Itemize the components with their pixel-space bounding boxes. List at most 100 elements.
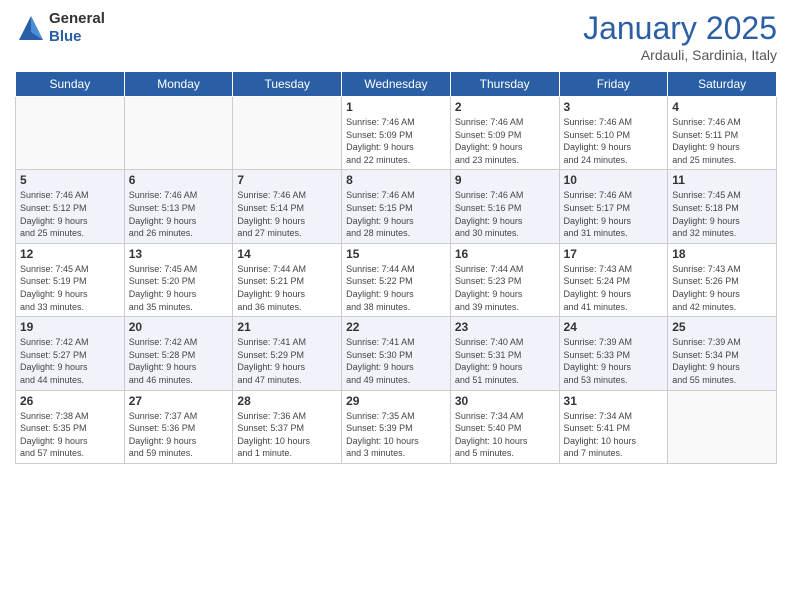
day-number: 17 [564, 247, 664, 261]
table-row: 17 Sunrise: 7:43 AM Sunset: 5:24 PM Dayli… [559, 243, 668, 316]
header-tuesday: Tuesday [233, 72, 342, 97]
header-wednesday: Wednesday [342, 72, 451, 97]
location-subtitle: Ardauli, Sardinia, Italy [583, 47, 777, 63]
day-detail: Sunrise: 7:39 AM Sunset: 5:33 PM Dayligh… [564, 336, 664, 386]
logo: General Blue [15, 10, 105, 46]
day-detail: Sunrise: 7:46 AM Sunset: 5:15 PM Dayligh… [346, 189, 446, 239]
day-number: 18 [672, 247, 772, 261]
day-number: 13 [129, 247, 229, 261]
day-number: 21 [237, 320, 337, 334]
day-number: 7 [237, 173, 337, 187]
day-number: 2 [455, 100, 555, 114]
day-detail: Sunrise: 7:45 AM Sunset: 5:19 PM Dayligh… [20, 263, 120, 313]
day-detail: Sunrise: 7:46 AM Sunset: 5:10 PM Dayligh… [564, 116, 664, 166]
table-row: 2 Sunrise: 7:46 AM Sunset: 5:09 PM Daylig… [450, 97, 559, 170]
day-detail: Sunrise: 7:40 AM Sunset: 5:31 PM Dayligh… [455, 336, 555, 386]
calendar-week-row: 12 Sunrise: 7:45 AM Sunset: 5:19 PM Dayli… [16, 243, 777, 316]
header-friday: Friday [559, 72, 668, 97]
day-detail: Sunrise: 7:45 AM Sunset: 5:20 PM Dayligh… [129, 263, 229, 313]
table-row: 9 Sunrise: 7:46 AM Sunset: 5:16 PM Daylig… [450, 170, 559, 243]
day-detail: Sunrise: 7:44 AM Sunset: 5:23 PM Dayligh… [455, 263, 555, 313]
day-detail: Sunrise: 7:46 AM Sunset: 5:11 PM Dayligh… [672, 116, 772, 166]
logo-blue: Blue [49, 28, 105, 46]
table-row: 1Sunrise: 7:46 AM Sunset: 5:09 PM Daylig… [342, 97, 451, 170]
table-row: 12 Sunrise: 7:45 AM Sunset: 5:19 PM Dayli… [16, 243, 125, 316]
day-number: 10 [564, 173, 664, 187]
calendar-week-row: 19 Sunrise: 7:42 AM Sunset: 5:27 PM Dayli… [16, 317, 777, 390]
day-detail: Sunrise: 7:46 AM Sunset: 5:17 PM Dayligh… [564, 189, 664, 239]
day-number: 5 [20, 173, 120, 187]
day-number: 14 [237, 247, 337, 261]
table-row [124, 97, 233, 170]
table-row: 11 Sunrise: 7:45 AM Sunset: 5:18 PM Dayli… [668, 170, 777, 243]
day-detail: Sunrise: 7:46 AM Sunset: 5:12 PM Dayligh… [20, 189, 120, 239]
day-number: 3 [564, 100, 664, 114]
day-detail: Sunrise: 7:36 AM Sunset: 5:37 PM Dayligh… [237, 410, 337, 460]
table-row: 10 Sunrise: 7:46 AM Sunset: 5:17 PM Dayli… [559, 170, 668, 243]
header-saturday: Saturday [668, 72, 777, 97]
day-number: 28 [237, 394, 337, 408]
day-number: 22 [346, 320, 446, 334]
table-row: 26Sunrise: 7:38 AM Sunset: 5:35 PM Dayli… [16, 390, 125, 463]
day-detail: Sunrise: 7:44 AM Sunset: 5:22 PM Dayligh… [346, 263, 446, 313]
day-detail: Sunrise: 7:41 AM Sunset: 5:30 PM Dayligh… [346, 336, 446, 386]
table-row: 13 Sunrise: 7:45 AM Sunset: 5:20 PM Dayli… [124, 243, 233, 316]
page-header: General Blue January 2025 Ardauli, Sardi… [15, 10, 777, 63]
calendar-table: Sunday Monday Tuesday Wednesday Thursday… [15, 71, 777, 464]
day-detail: Sunrise: 7:34 AM Sunset: 5:40 PM Dayligh… [455, 410, 555, 460]
header-thursday: Thursday [450, 72, 559, 97]
day-number: 20 [129, 320, 229, 334]
table-row: 21 Sunrise: 7:41 AM Sunset: 5:29 PM Dayli… [233, 317, 342, 390]
table-row: 29Sunrise: 7:35 AM Sunset: 5:39 PM Dayli… [342, 390, 451, 463]
day-number: 30 [455, 394, 555, 408]
day-detail: Sunrise: 7:45 AM Sunset: 5:18 PM Dayligh… [672, 189, 772, 239]
calendar-week-row: 26Sunrise: 7:38 AM Sunset: 5:35 PM Dayli… [16, 390, 777, 463]
table-row: 24Sunrise: 7:39 AM Sunset: 5:33 PM Dayli… [559, 317, 668, 390]
table-row: 14 Sunrise: 7:44 AM Sunset: 5:21 PM Dayli… [233, 243, 342, 316]
day-number: 23 [455, 320, 555, 334]
table-row: 3 Sunrise: 7:46 AM Sunset: 5:10 PM Daylig… [559, 97, 668, 170]
table-row: 4 Sunrise: 7:46 AM Sunset: 5:11 PM Daylig… [668, 97, 777, 170]
table-row: 27Sunrise: 7:37 AM Sunset: 5:36 PM Dayli… [124, 390, 233, 463]
day-number: 25 [672, 320, 772, 334]
table-row: 6Sunrise: 7:46 AM Sunset: 5:13 PM Daylig… [124, 170, 233, 243]
table-row [233, 97, 342, 170]
table-row: 30 Sunrise: 7:34 AM Sunset: 5:40 PM Dayli… [450, 390, 559, 463]
day-number: 1 [346, 100, 446, 114]
day-number: 11 [672, 173, 772, 187]
table-row: 5 Sunrise: 7:46 AM Sunset: 5:12 PM Daylig… [16, 170, 125, 243]
day-detail: Sunrise: 7:42 AM Sunset: 5:28 PM Dayligh… [129, 336, 229, 386]
day-detail: Sunrise: 7:46 AM Sunset: 5:09 PM Dayligh… [455, 116, 555, 166]
day-number: 16 [455, 247, 555, 261]
day-number: 27 [129, 394, 229, 408]
day-number: 12 [20, 247, 120, 261]
table-row: 23 Sunrise: 7:40 AM Sunset: 5:31 PM Dayli… [450, 317, 559, 390]
day-number: 15 [346, 247, 446, 261]
day-detail: Sunrise: 7:43 AM Sunset: 5:26 PM Dayligh… [672, 263, 772, 313]
table-row [16, 97, 125, 170]
header-monday: Monday [124, 72, 233, 97]
day-number: 4 [672, 100, 772, 114]
day-detail: Sunrise: 7:46 AM Sunset: 5:16 PM Dayligh… [455, 189, 555, 239]
calendar-week-row: 1 Sunrise: 7:46 AM Sunset: 5:09 PM Daylig… [16, 97, 777, 170]
day-detail: Sunrise: 7:44 AM Sunset: 5:21 PM Dayligh… [237, 263, 337, 313]
day-detail: Sunrise: 7:43 AM Sunset: 5:24 PM Dayligh… [564, 263, 664, 313]
table-row: 7 Sunrise: 7:46 AM Sunset: 5:14 PM Daylig… [233, 170, 342, 243]
header-sunday: Sunday [16, 72, 125, 97]
day-detail: Sunrise: 7:46 AM Sunset: 5:14 PM Dayligh… [237, 189, 337, 239]
day-detail: Sunrise: 7:42 AM Sunset: 5:27 PM Dayligh… [20, 336, 120, 386]
logo-icon [15, 12, 47, 44]
day-detail: Sunrise: 7:39 AM Sunset: 5:34 PM Dayligh… [672, 336, 772, 386]
day-detail: Sunrise: 7:41 AM Sunset: 5:29 PM Dayligh… [237, 336, 337, 386]
table-row: 28 Sunrise: 7:36 AM Sunset: 5:37 PM Dayli… [233, 390, 342, 463]
logo-general: General [49, 10, 105, 28]
day-number: 29 [346, 394, 446, 408]
logo-text: General Blue [49, 10, 105, 46]
day-number: 19 [20, 320, 120, 334]
title-section: January 2025 Ardauli, Sardinia, Italy [583, 10, 777, 63]
day-number: 9 [455, 173, 555, 187]
day-detail: Sunrise: 7:38 AM Sunset: 5:35 PM Dayligh… [20, 410, 120, 460]
table-row: 18 Sunrise: 7:43 AM Sunset: 5:26 PM Dayli… [668, 243, 777, 316]
day-number: 6 [129, 173, 229, 187]
day-detail: Sunrise: 7:34 AM Sunset: 5:41 PM Dayligh… [564, 410, 664, 460]
